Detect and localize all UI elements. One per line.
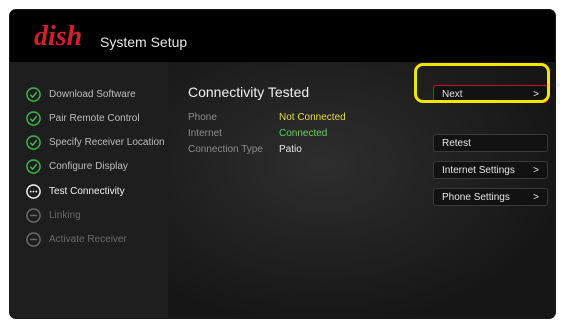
step-configure-display: Configure Display: [26, 156, 128, 176]
step-label: Specify Receiver Location: [49, 136, 165, 148]
next-button-highlight: [414, 63, 550, 103]
setup-steps-sidebar: Download Software Pair Remote Control Sp…: [10, 62, 168, 318]
step-download-software: Download Software: [26, 84, 136, 104]
internet-settings-button[interactable]: Internet Settings >: [433, 161, 548, 179]
ellipsis-circle-icon: [26, 183, 41, 199]
step-label: Pair Remote Control: [49, 112, 140, 124]
panel-title: Connectivity Tested: [188, 84, 310, 100]
check-circle-icon: [26, 110, 41, 126]
status-key: Internet: [188, 128, 222, 139]
chevron-right-icon: >: [533, 165, 539, 176]
check-circle-icon: [26, 86, 41, 102]
header-bar: dish System Setup: [10, 10, 555, 62]
step-label: Activate Receiver: [49, 233, 127, 245]
retest-label: Retest: [442, 138, 471, 149]
status-value: Connected: [279, 128, 328, 139]
minus-circle-icon: [26, 231, 41, 247]
screen-title: System Setup: [100, 34, 188, 50]
phone-settings-button[interactable]: Phone Settings >: [433, 188, 548, 206]
retest-button[interactable]: Retest: [433, 134, 548, 152]
status-value: Not Connected: [279, 112, 346, 123]
step-activate-receiver: Activate Receiver: [26, 229, 127, 249]
step-label: Download Software: [49, 88, 136, 100]
step-linking: Linking: [26, 205, 81, 225]
status-key: Connection Type: [188, 144, 263, 155]
dish-logo: dish: [34, 21, 83, 52]
check-circle-icon: [26, 134, 41, 150]
status-key: Phone: [188, 112, 217, 123]
setup-screen: dish System Setup Download Software Pair…: [10, 10, 555, 318]
status-value: Patio: [279, 144, 302, 155]
step-label: Configure Display: [49, 160, 128, 172]
step-label: Test Connectivity: [49, 185, 125, 197]
internet-settings-label: Internet Settings: [442, 165, 515, 176]
step-test-connectivity: Test Connectivity: [26, 181, 125, 201]
step-receiver-location: Specify Receiver Location: [26, 132, 165, 152]
step-label: Linking: [49, 209, 81, 221]
minus-circle-icon: [26, 207, 41, 223]
check-circle-icon: [26, 158, 41, 174]
step-pair-remote: Pair Remote Control: [26, 108, 140, 128]
chevron-right-icon: >: [533, 192, 539, 203]
phone-settings-label: Phone Settings: [442, 192, 510, 203]
